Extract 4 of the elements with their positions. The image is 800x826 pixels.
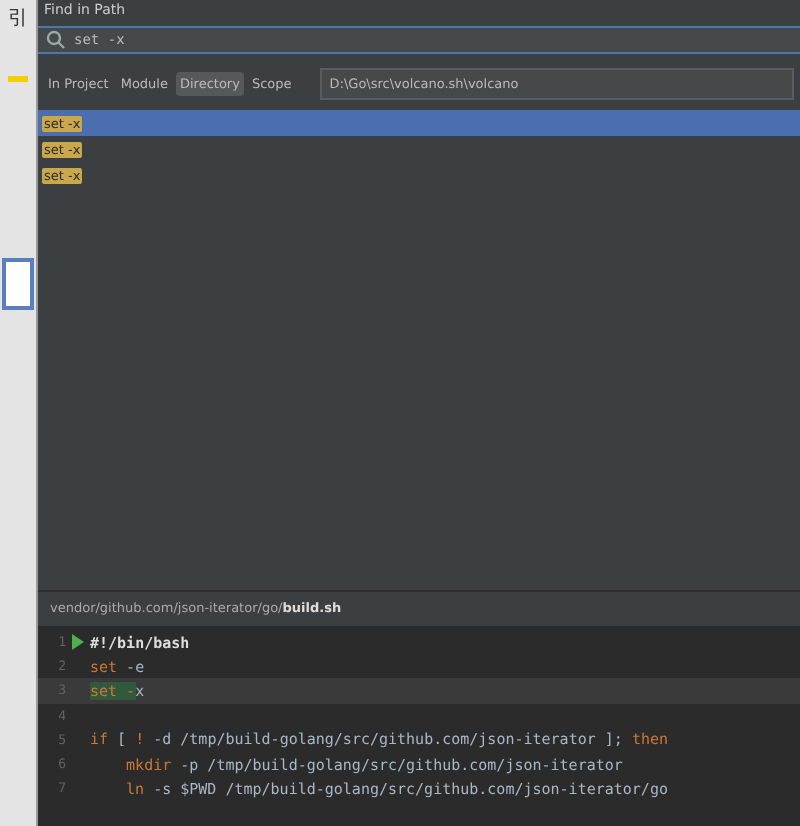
search-icon [46, 30, 68, 50]
background-title: 引 [8, 6, 28, 32]
highlighter-icon [8, 76, 28, 82]
run-icon[interactable] [72, 634, 84, 651]
